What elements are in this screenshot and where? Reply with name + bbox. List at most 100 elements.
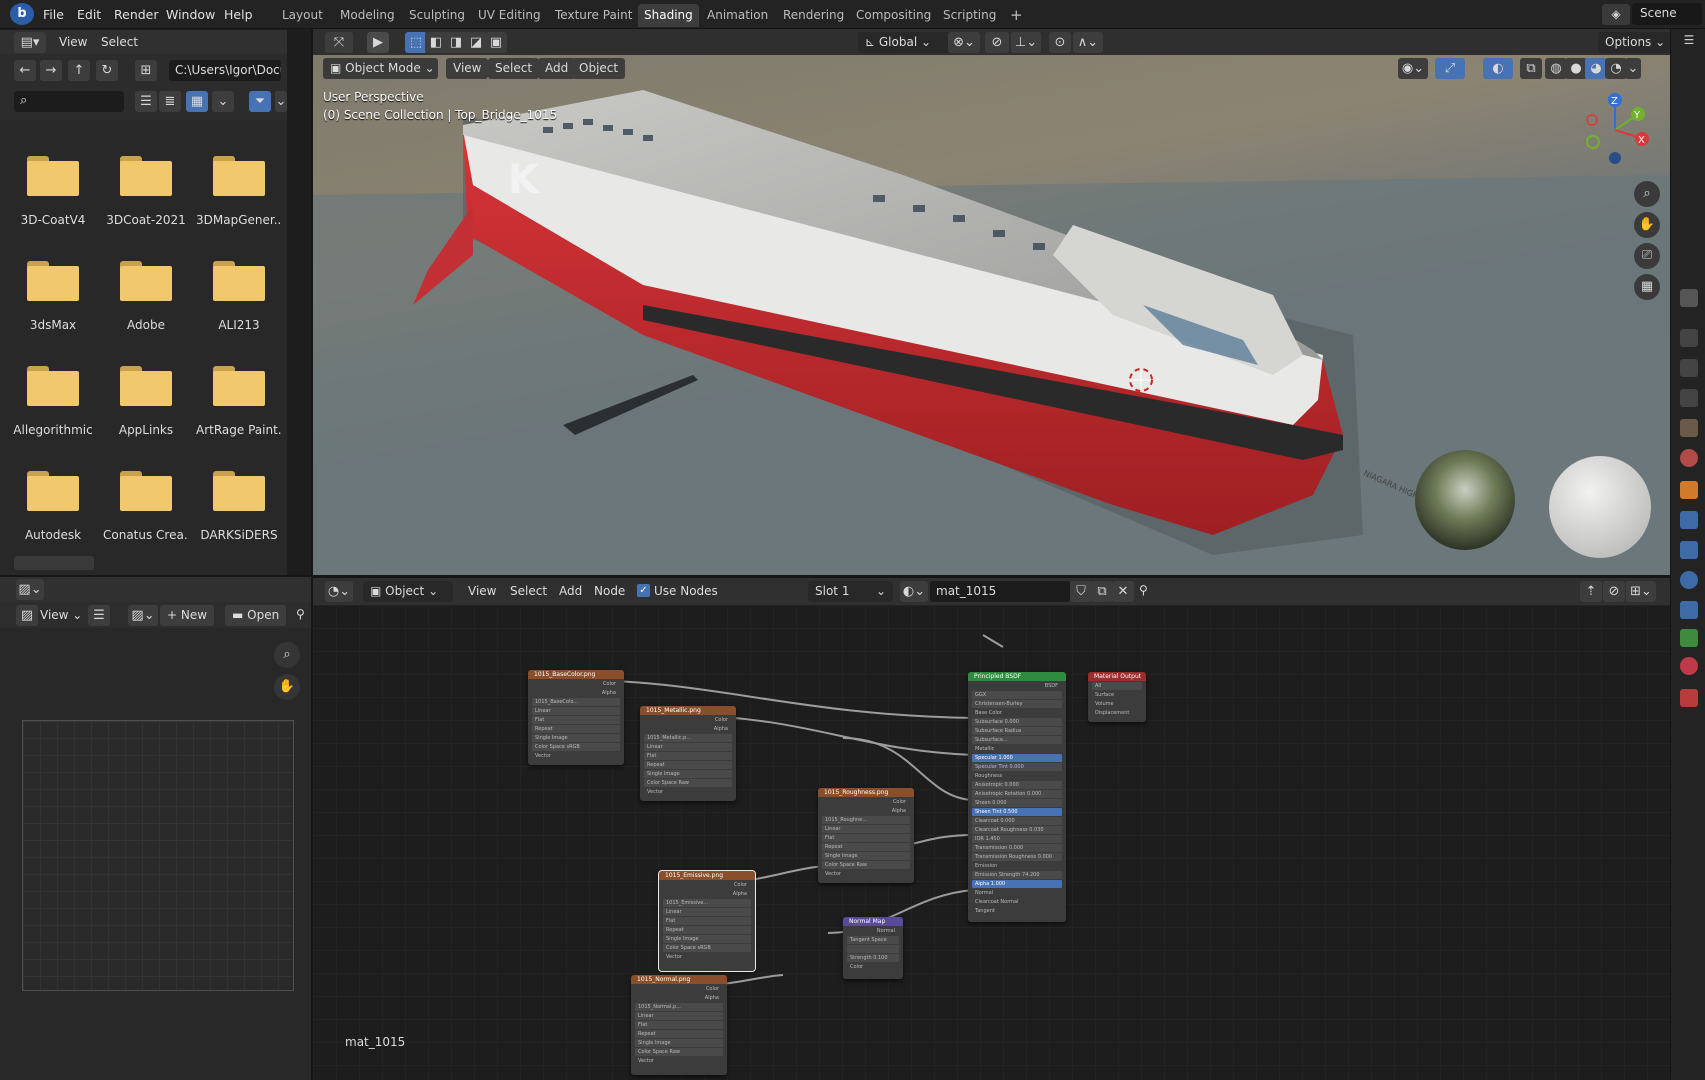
object-properties-icon[interactable] [1680, 481, 1698, 499]
horizontal-scrollbar[interactable] [14, 556, 94, 570]
image-browse-icon[interactable]: ▨⌄ [128, 605, 158, 626]
filter-options-icon[interactable]: ⌄ [275, 91, 287, 112]
select-intersect-icon[interactable]: ▣ [485, 32, 507, 53]
transform-tool-icon[interactable]: ⤧ [325, 32, 353, 53]
node-pin-icon[interactable]: ⚲ [1139, 583, 1148, 597]
material-name-field[interactable]: mat_1015 [930, 581, 1070, 602]
snap-icon[interactable]: ⊘ [985, 32, 1009, 53]
vp-menu-select[interactable]: Select [488, 58, 540, 79]
node-principled-bsdf[interactable]: Principled BSDF BSDF GGX Christensen-Burl… [968, 672, 1066, 922]
select-extend-icon[interactable]: ◧ [425, 32, 447, 53]
open-image-button[interactable]: ▬ Open [225, 605, 287, 626]
tab-sculpting[interactable]: Sculpting [403, 4, 471, 27]
blender-logo-icon[interactable]: b [10, 3, 34, 25]
zoom-icon[interactable]: ⌕ [1634, 181, 1660, 207]
snap-target-icon[interactable]: ⊥⌄ [1011, 32, 1041, 53]
node-image-texture-emissive[interactable]: 1015_Emissive.png Color Alpha 1015_Emiss… [658, 870, 756, 972]
editor-type-icon[interactable]: ▤▾ [14, 32, 46, 53]
material-properties-icon[interactable] [1680, 657, 1698, 675]
tab-modeling[interactable]: Modeling [334, 4, 401, 27]
node-menu-node[interactable]: Node [594, 584, 625, 598]
select-cursor-icon[interactable]: ▶ [367, 32, 389, 53]
camera-icon[interactable]: ⎚ [1634, 243, 1660, 269]
physics-icon[interactable] [1680, 571, 1698, 589]
navigation-gizmo[interactable]: Z Y X [1580, 90, 1660, 170]
tab-shading[interactable]: Shading [638, 4, 699, 27]
tab-uv-editing[interactable]: UV Editing [472, 4, 547, 27]
folder-item[interactable]: ArtRage Paint... [196, 360, 282, 460]
path-field[interactable]: C:\Users\Igor\Docume... [169, 60, 281, 81]
image-view-icon[interactable]: ▨ [16, 605, 38, 626]
material-browse-icon[interactable]: ◐⌄ [900, 581, 928, 602]
3d-viewport[interactable]: K NIAGARA HIGHWAY ▣ Object Mode ⌄ View S… [313, 55, 1670, 575]
xray-icon[interactable]: ⧉ [1520, 58, 1542, 79]
tool-icon[interactable] [1680, 289, 1698, 307]
overlay-toggle-icon[interactable]: ◐ [1483, 58, 1513, 79]
node-image-texture-roughness[interactable]: 1015_Roughness.png Color Alpha 1015_Roug… [818, 788, 914, 883]
scene-field[interactable]: Scene [1632, 3, 1702, 25]
visibility-icon[interactable]: ◉⌄ [1398, 58, 1428, 79]
tab-scripting[interactable]: Scripting [937, 4, 1002, 27]
outliner-icon[interactable]: ☰ [1680, 33, 1698, 51]
image-editor-type-icon[interactable]: ▨⌄ [16, 579, 44, 600]
new-image-button[interactable]: + New [160, 605, 215, 626]
duplicate-material-icon[interactable]: ⧉ [1091, 581, 1113, 602]
solid-shading-icon[interactable]: ● [1565, 58, 1587, 79]
tab-layout[interactable]: Layout [276, 4, 329, 27]
rendered-shading-icon[interactable]: ◔ [1605, 58, 1627, 79]
texture-properties-icon[interactable] [1680, 689, 1698, 707]
folder-item[interactable]: ALI213 [196, 255, 282, 355]
folder-item[interactable]: AppLinks [103, 360, 189, 460]
menu-render[interactable]: Render [112, 0, 161, 29]
node-image-texture-metallic[interactable]: 1015_Metallic.png Color Alpha 1015_Metal… [640, 706, 736, 801]
options-dropdown[interactable]: Options ⌄ [1598, 32, 1673, 53]
short-list-icon[interactable]: ≣ [159, 91, 181, 112]
node-image-texture-normal[interactable]: 1015_Normal.png Color Alpha 1015_Normal.… [631, 975, 727, 1075]
hamburger-menu-icon[interactable]: ☰ [88, 605, 110, 626]
menu-help[interactable]: Help [222, 0, 255, 29]
folder-item[interactable]: 3dsMax [10, 255, 96, 355]
image-menu-view[interactable]: View ⌄ [40, 608, 82, 622]
node-normal-map[interactable]: Normal Map Normal Tangent Space Strength… [843, 917, 903, 979]
node-snap-options-icon[interactable]: ⊞⌄ [1626, 581, 1656, 602]
tab-animation[interactable]: Animation [701, 4, 774, 27]
folder-item[interactable]: Allegorithmic [10, 360, 96, 460]
fb-menu-select[interactable]: Select [101, 35, 138, 49]
view-layer-icon[interactable] [1680, 389, 1698, 407]
back-arrow-icon[interactable]: ← [14, 60, 36, 81]
slot-dropdown[interactable]: Slot 1 ⌄ [808, 581, 893, 602]
folder-item[interactable]: 3D-CoatV4 [10, 150, 96, 250]
perspective-grid-icon[interactable]: ▦ [1634, 274, 1660, 300]
image-zoom-icon[interactable]: ⌕ [274, 642, 300, 668]
parent-node-icon[interactable]: ⇡ [1580, 581, 1602, 602]
object-data-icon[interactable] [1680, 629, 1698, 647]
use-nodes-checkbox[interactable]: ✓ [637, 584, 650, 597]
world-properties-icon[interactable] [1680, 449, 1698, 467]
folder-item[interactable]: 3DMapGener... [196, 150, 282, 250]
folder-item[interactable]: Adobe [103, 255, 189, 355]
node-image-texture-basecolor[interactable]: 1015_BaseColor.png Color Alpha 1015_Base… [528, 670, 624, 765]
refresh-icon[interactable]: ↻ [96, 60, 118, 81]
image-pan-icon[interactable]: ✋ [274, 674, 300, 700]
vp-menu-view[interactable]: View [446, 58, 489, 79]
node-canvas[interactable]: 1015_BaseColor.png Color Alpha 1015_Base… [313, 605, 1670, 1080]
image-canvas[interactable] [22, 720, 294, 991]
thumbnail-view-icon[interactable]: ▦ [186, 91, 208, 112]
node-menu-select[interactable]: Select [510, 584, 547, 598]
folder-item[interactable]: DARKSiDERS [196, 465, 282, 565]
node-material-output[interactable]: Material Output All Surface Volume Displac… [1088, 672, 1146, 722]
vp-menu-object[interactable]: Object [572, 58, 626, 79]
particles-icon[interactable] [1680, 541, 1698, 559]
unlink-close-icon[interactable]: ✕ [1112, 581, 1134, 602]
select-subtract-icon[interactable]: ◨ [445, 32, 467, 53]
shading-options-icon[interactable]: ⌄ [1625, 58, 1641, 79]
render-properties-icon[interactable] [1680, 329, 1698, 347]
falloff-icon[interactable]: ∧⌄ [1073, 32, 1103, 53]
output-properties-icon[interactable] [1680, 359, 1698, 377]
parent-dir-icon[interactable]: ↑ [68, 60, 90, 81]
search-input[interactable]: ⌕ [14, 91, 124, 112]
tab-texture-paint[interactable]: Texture Paint [549, 4, 638, 27]
chevron-down-icon[interactable]: ⌄ [212, 91, 234, 112]
node-menu-add[interactable]: Add [559, 584, 582, 598]
node-snap-icon[interactable]: ⊘ [1603, 581, 1625, 602]
